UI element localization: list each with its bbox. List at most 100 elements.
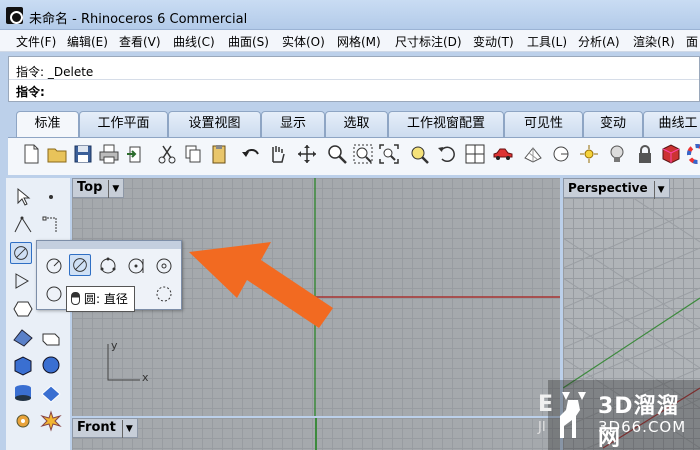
menu-bar: 文件(F) 编辑(E) 查看(V) 曲线(C) 曲面(S) 实体(O) 网格(M… (0, 30, 700, 52)
viewport-title-text: Top (77, 180, 103, 195)
zoom-extents-icon[interactable] (378, 143, 400, 165)
light-icon[interactable] (578, 143, 600, 165)
front-axis-line (315, 418, 317, 450)
viewport-title-text: Perspective (568, 181, 648, 195)
tab-cplanes[interactable]: 工作平面 (79, 111, 168, 137)
rhino-app-icon (6, 7, 23, 24)
cylinder-icon[interactable] (12, 382, 34, 404)
menu-analyze[interactable]: 分析(A) (578, 33, 620, 50)
tab-visibility[interactable]: 可见性 (504, 111, 583, 137)
curve-icon[interactable] (12, 270, 34, 292)
menu-panel[interactable]: 面 (686, 33, 698, 50)
circle-tangent-icon[interactable] (125, 255, 147, 277)
front-viewport[interactable]: Front ▼ (72, 418, 560, 450)
paste-icon[interactable] (208, 143, 230, 165)
surface-icon[interactable] (12, 326, 34, 348)
tooltip-circle-diameter: 圆: 直径 (66, 286, 135, 312)
extrude-icon[interactable] (40, 326, 62, 348)
menu-curve[interactable]: 曲线(C) (173, 33, 215, 50)
menu-view[interactable]: 查看(V) (119, 33, 161, 50)
menu-render[interactable]: 渲染(R) (633, 33, 675, 50)
point-icon[interactable] (40, 186, 62, 208)
circle-icon[interactable] (550, 143, 572, 165)
watermark-domain: 3D66.COM (598, 418, 687, 436)
viewport-title-front[interactable]: Front ▼ (72, 418, 138, 438)
polyline-icon[interactable] (12, 214, 34, 236)
pan-hand-icon[interactable] (266, 143, 288, 165)
explode-icon[interactable] (40, 410, 62, 432)
dropdown-arrow-icon[interactable]: ▼ (108, 180, 119, 198)
circle-tool-icon[interactable] (10, 242, 32, 264)
menu-transform[interactable]: 变动(T) (473, 33, 514, 50)
watermark: 3D溜溜网 3D66.COM (548, 380, 700, 450)
open-folder-icon[interactable] (46, 143, 68, 165)
tab-viewport-layout[interactable]: 工作视窗配置 (388, 111, 504, 137)
toolbar-tab-bar: 标准 工作平面 设置视图 显示 选取 工作视窗配置 可见性 变动 曲线工 (0, 108, 700, 138)
tab-select[interactable]: 选取 (325, 111, 388, 137)
watermark-partial-letter: E (538, 392, 554, 417)
mesh-icon[interactable] (40, 382, 62, 404)
tab-standard[interactable]: 标准 (16, 111, 79, 138)
car-render-icon[interactable] (492, 143, 514, 165)
circle-around-curve-icon[interactable] (153, 255, 175, 277)
command-history-label: 指令: (16, 65, 45, 79)
save-icon[interactable] (72, 143, 94, 165)
viewport-title-text: Front (77, 420, 116, 435)
left-sidebar-toolbar (6, 178, 70, 450)
circle-diameter-icon[interactable] (69, 254, 91, 276)
dropdown-arrow-icon[interactable]: ▼ (653, 181, 665, 199)
color-wheel-icon[interactable] (686, 143, 700, 165)
zoom-icon[interactable] (326, 143, 348, 165)
select-arrow-icon[interactable] (12, 186, 34, 208)
viewport-title-top[interactable]: Top ▼ (72, 178, 125, 198)
import-icon[interactable] (124, 143, 146, 165)
viewport-title-perspective[interactable]: Perspective ▼ (563, 178, 670, 199)
sphere-icon[interactable] (40, 354, 62, 376)
line-icon[interactable] (40, 214, 62, 236)
command-history: 指令: _Delete (16, 63, 93, 80)
circle-center-radius-icon[interactable] (43, 255, 65, 277)
polygon-icon[interactable] (12, 298, 34, 320)
bulb-icon[interactable] (606, 143, 628, 165)
command-area: 指令: _Delete 指令: (8, 56, 700, 102)
rotate-view-icon[interactable] (296, 143, 318, 165)
circle-fit-points-icon[interactable] (153, 283, 175, 305)
menu-tools[interactable]: 工具(L) (527, 33, 567, 50)
axis-label-y: y (111, 339, 118, 352)
copy-icon[interactable] (182, 143, 204, 165)
tab-curve-tools[interactable]: 曲线工 (643, 111, 700, 137)
tab-set-view[interactable]: 设置视图 (168, 111, 261, 137)
circle-three-point-icon[interactable] (97, 255, 119, 277)
box-icon[interactable] (12, 354, 34, 376)
grid-icon[interactable] (522, 143, 544, 165)
dropdown-arrow-icon[interactable]: ▼ (121, 420, 133, 438)
orange-pointer-arrow (189, 242, 333, 328)
undo-icon[interactable] (240, 143, 262, 165)
zoom-selected-icon[interactable] (408, 143, 430, 165)
command-prompt[interactable]: 指令: (16, 83, 45, 100)
circle-vertical-icon[interactable] (43, 283, 65, 305)
four-viewports-icon[interactable] (464, 143, 486, 165)
new-file-icon[interactable] (20, 143, 42, 165)
axis-label-x: x (142, 371, 149, 384)
deer-logo-icon (560, 392, 586, 438)
material-icon[interactable] (660, 143, 682, 165)
menu-solid[interactable]: 实体(O) (282, 33, 325, 50)
command-separator (9, 79, 699, 80)
zoom-window-icon[interactable] (352, 143, 374, 165)
left-mouse-icon (71, 292, 80, 305)
menu-file[interactable]: 文件(F) (16, 33, 56, 50)
menu-surface[interactable]: 曲面(S) (228, 33, 269, 50)
tab-display[interactable]: 显示 (261, 111, 325, 137)
menu-dimension[interactable]: 尺寸标注(D) (395, 33, 462, 50)
watermark-partial-text: JI (538, 420, 546, 435)
rhino-window: 未命名 - Rhinoceros 6 Commercial 文件(F) 编辑(E… (0, 0, 700, 450)
cut-icon[interactable] (156, 143, 178, 165)
tab-transform[interactable]: 变动 (583, 111, 643, 137)
lock-icon[interactable] (634, 143, 656, 165)
rotate-icon[interactable] (436, 143, 458, 165)
menu-edit[interactable]: 编辑(E) (67, 33, 108, 50)
gear-icon[interactable] (12, 410, 34, 432)
print-icon[interactable] (98, 143, 120, 165)
menu-mesh[interactable]: 网格(M) (337, 33, 381, 50)
